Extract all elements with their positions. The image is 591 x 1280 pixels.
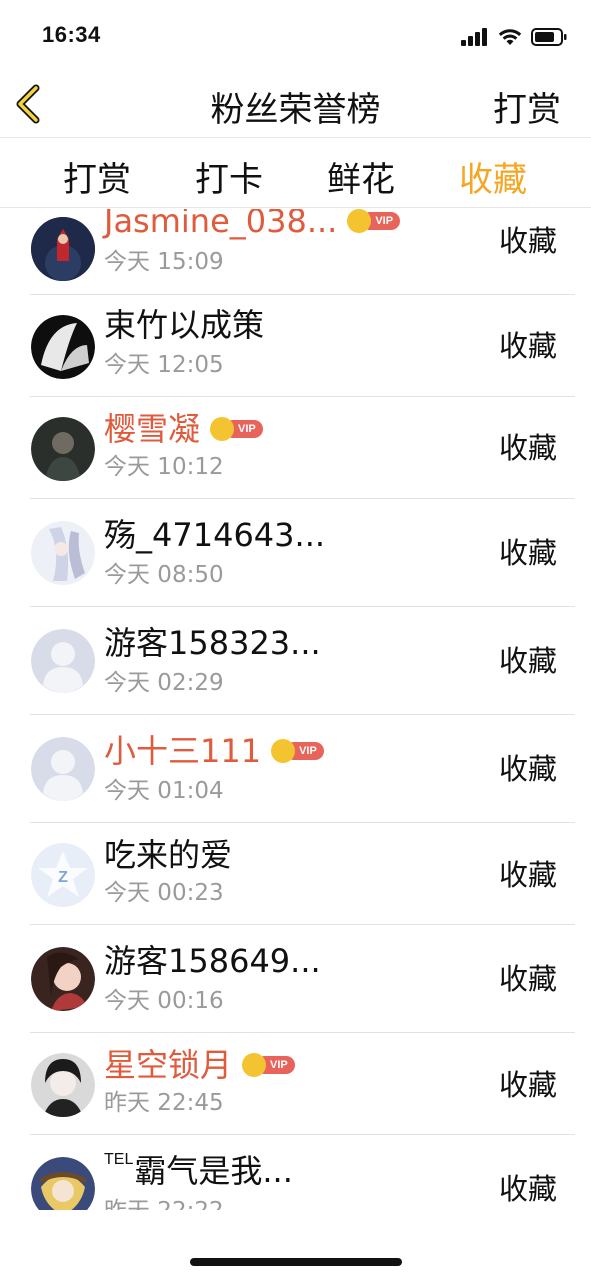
vip-badge: VIP bbox=[347, 209, 401, 233]
nav-bar: 粉丝荣誉榜 打赏 bbox=[0, 70, 591, 138]
vip-badge: VIP bbox=[271, 739, 324, 763]
action-label: 收藏 bbox=[498, 1172, 557, 1206]
list-item[interactable]: 小十三111 VIP 今天 01:04 收藏 bbox=[0, 715, 591, 823]
user-name: 束竹以成策 bbox=[104, 306, 265, 344]
favorite-time: 今天 10:12 bbox=[104, 454, 224, 480]
status-bar: 16:34 bbox=[0, 0, 591, 70]
vip-badge: VIP bbox=[242, 1053, 295, 1077]
fan-list: Jasmine_038... VIP 今天 15:09 收藏 束竹以成策 今天 … bbox=[0, 209, 591, 1210]
list-item[interactable]: 束竹以成策 今天 12:05 收藏 bbox=[0, 295, 591, 397]
favorite-time: 今天 00:23 bbox=[104, 880, 224, 906]
user-name: 吃来的爱 bbox=[104, 836, 233, 874]
tab-reward[interactable]: 打赏 bbox=[47, 152, 147, 201]
avatar bbox=[31, 737, 95, 801]
favorite-time: 昨天 22:45 bbox=[104, 1090, 224, 1116]
list-item[interactable]: Z 吃来的爱 今天 00:23 收藏 bbox=[0, 823, 591, 925]
list-item[interactable]: 游客158649... 今天 00:16 收藏 bbox=[0, 925, 591, 1033]
favorite-time: 今天 00:16 bbox=[104, 988, 224, 1014]
avatar: Z bbox=[31, 843, 95, 907]
user-name: 游客158649... bbox=[104, 942, 321, 980]
action-label: 收藏 bbox=[498, 752, 557, 786]
list-item[interactable]: Jasmine_038... VIP 今天 15:09 收藏 bbox=[0, 209, 591, 295]
action-label: 收藏 bbox=[498, 858, 557, 892]
avatar bbox=[31, 217, 95, 281]
cellular-signal-icon bbox=[461, 28, 487, 46]
action-label: 收藏 bbox=[498, 536, 557, 570]
tab-bar: 打赏 打卡 鲜花 收藏 bbox=[0, 138, 591, 208]
favorite-time: 今天 08:50 bbox=[104, 562, 224, 588]
tab-flowers[interactable]: 鲜花 bbox=[311, 152, 411, 201]
user-name: 霸气是我... bbox=[134, 1152, 293, 1190]
action-label: 收藏 bbox=[498, 224, 557, 258]
list-item[interactable]: 樱雪凝 VIP 今天 10:12 收藏 bbox=[0, 397, 591, 499]
user-name: 殇_4714643... bbox=[104, 516, 326, 554]
reward-button[interactable]: 打赏 bbox=[493, 82, 561, 131]
tel-tag: TEL bbox=[104, 1151, 134, 1168]
vip-badge: VIP bbox=[210, 417, 263, 441]
favorite-time: 今天 02:29 bbox=[104, 670, 224, 696]
user-name: 游客158323... bbox=[104, 624, 321, 662]
wifi-icon bbox=[498, 29, 522, 45]
user-name: 小十三111 bbox=[104, 732, 262, 770]
action-label: 收藏 bbox=[498, 431, 557, 465]
avatar bbox=[31, 1053, 95, 1117]
list-item[interactable]: TEL 霸气是我... 昨天 22:22 收藏 bbox=[0, 1135, 591, 1210]
user-name: 樱雪凝 bbox=[104, 410, 201, 448]
battery-icon bbox=[531, 28, 567, 46]
avatar bbox=[31, 417, 95, 481]
status-time: 16:34 bbox=[42, 22, 101, 47]
favorite-time: 今天 15:09 bbox=[104, 249, 224, 275]
user-name: Jasmine_038... bbox=[104, 209, 338, 240]
tab-favorites[interactable]: 收藏 bbox=[443, 152, 543, 201]
avatar bbox=[31, 315, 95, 379]
svg-text:Z: Z bbox=[58, 869, 68, 886]
avatar bbox=[31, 521, 95, 585]
list-item[interactable]: 星空锁月 VIP 昨天 22:45 收藏 bbox=[0, 1033, 591, 1135]
crown-icon bbox=[271, 739, 296, 763]
avatar bbox=[31, 1157, 95, 1210]
action-label: 收藏 bbox=[498, 329, 557, 363]
action-label: 收藏 bbox=[498, 1068, 557, 1102]
tab-checkin[interactable]: 打卡 bbox=[179, 152, 279, 201]
action-label: 收藏 bbox=[498, 962, 557, 996]
favorite-time: 昨天 22:22 bbox=[104, 1200, 224, 1211]
home-indicator[interactable] bbox=[190, 1258, 402, 1266]
list-item[interactable]: 游客158323... 今天 02:29 收藏 bbox=[0, 607, 591, 715]
favorite-time: 今天 12:05 bbox=[104, 352, 224, 378]
action-label: 收藏 bbox=[498, 644, 557, 678]
crown-icon bbox=[242, 1053, 267, 1077]
list-item[interactable]: 殇_4714643... 今天 08:50 收藏 bbox=[0, 499, 591, 607]
status-icons bbox=[461, 24, 567, 50]
crown-icon bbox=[210, 417, 235, 441]
avatar bbox=[31, 947, 95, 1011]
avatar bbox=[31, 629, 95, 693]
user-name: 星空锁月 bbox=[104, 1046, 233, 1084]
favorite-time: 今天 01:04 bbox=[104, 778, 224, 804]
